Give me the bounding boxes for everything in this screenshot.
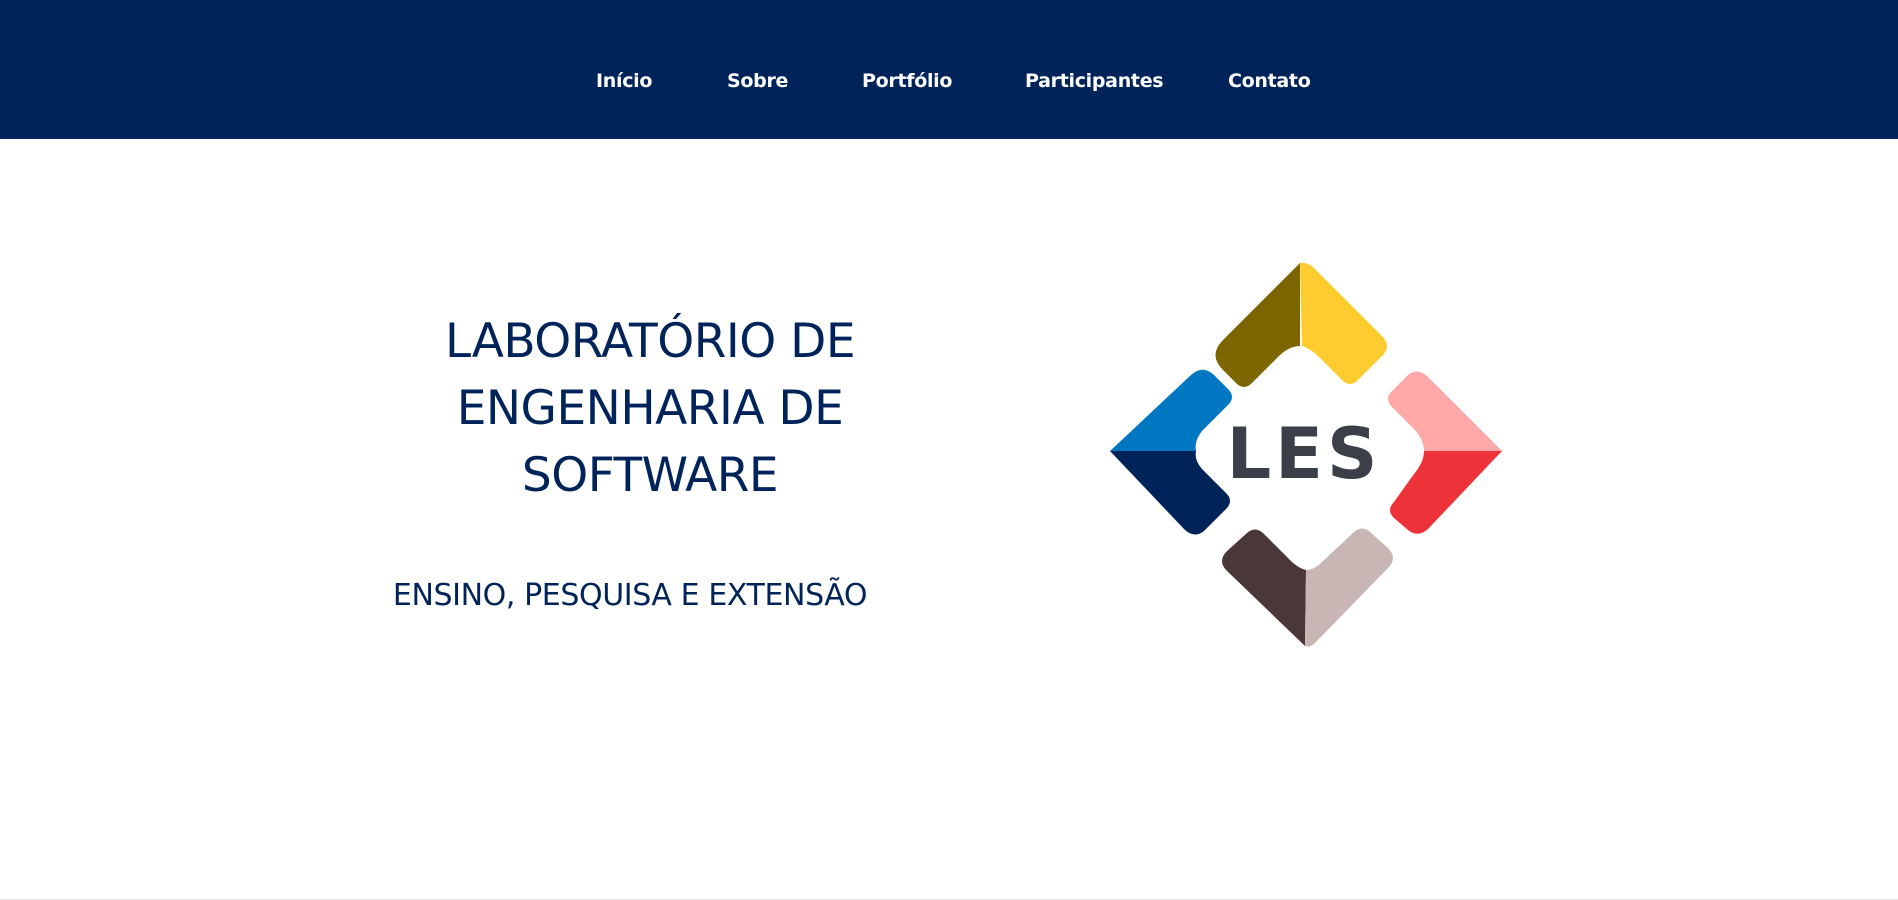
logo-right-top-piece [1388, 371, 1502, 451]
logo-left-top-piece [1110, 369, 1232, 451]
logo-left-bottom-piece [1110, 451, 1230, 535]
hero-subtitle: ENSINO, PESQUISA E EXTENSÃO [392, 578, 868, 613]
hero-title: LABORATÓRIO DE ENGENHARIA DE SOFTWARE [444, 314, 856, 503]
logo-right-bottom-piece [1390, 451, 1502, 534]
nav-link-portfolio[interactable]: Portfólio [862, 68, 952, 94]
nav-link-participantes[interactable]: Participantes [1025, 68, 1164, 94]
site-header: Início Sobre Portfólio Participantes Con… [0, 0, 1898, 139]
main-nav: Início Sobre Portfólio Participantes Con… [0, 68, 1898, 98]
les-logo: LES [1108, 260, 1504, 650]
nav-link-sobre[interactable]: Sobre [727, 68, 788, 94]
nav-link-inicio[interactable]: Início [596, 68, 652, 94]
nav-link-contato[interactable]: Contato [1228, 68, 1311, 94]
logo-bottom-left-piece [1222, 529, 1306, 646]
logo-top-right-piece [1300, 262, 1387, 384]
logo-top-left-piece [1215, 263, 1300, 387]
logo-bottom-right-piece [1305, 528, 1393, 647]
logo-text: LES [1227, 413, 1382, 495]
